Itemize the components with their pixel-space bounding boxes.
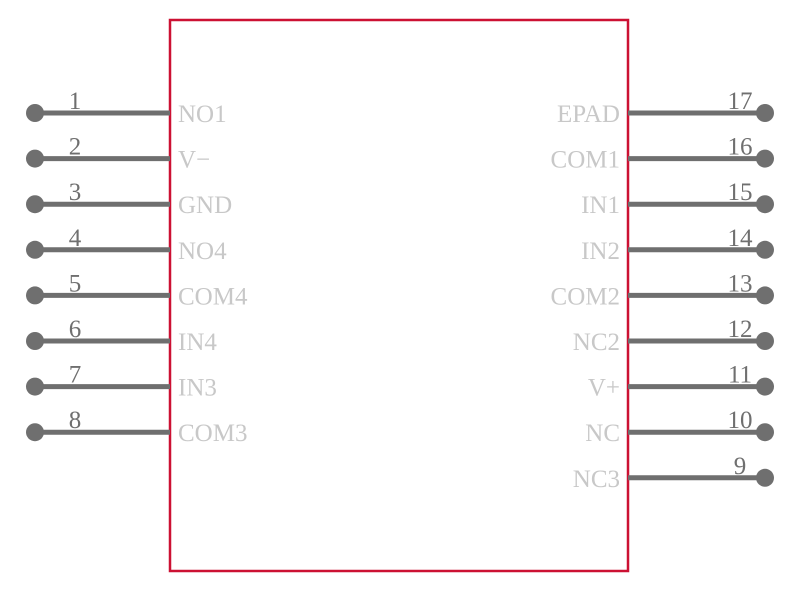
pin-name-label-8: COM3 [178,420,247,447]
pin-name-label-3: GND [178,192,232,219]
pin-5[interactable]: COM4 5 [26,270,248,310]
pin-terminal-dot-7[interactable] [26,377,44,396]
pin-16[interactable]: COM1 16 [551,134,774,174]
pin-name-label-7: IN3 [178,375,217,402]
pin-name-label-10: NC [585,420,620,447]
pin-number-label-3: 3 [69,179,82,206]
pin-number-label-11: 11 [728,362,752,389]
pin-name-label-13: COM2 [551,283,620,310]
pin-name-label-4: NO4 [178,238,227,265]
pin-9[interactable]: NC3 9 [573,453,774,493]
schematic-symbol-canvas: NO1 1 V− 2 GND 3 NO4 4 COM4 5 IN4 6 IN3 7 COM3 8 EPAD 17… [0,0,800,594]
pin-1[interactable]: NO1 1 [26,88,227,128]
pin-name-label-5: COM4 [178,283,248,310]
pin-8[interactable]: COM3 8 [26,407,247,447]
pin-name-label-14: IN2 [581,238,620,265]
pin-terminal-dot-17[interactable] [756,104,774,122]
pin-terminal-dot-5[interactable] [26,286,44,305]
pin-17[interactable]: EPAD 17 [557,88,774,128]
pin-terminal-dot-16[interactable] [756,149,774,168]
pin-terminal-dot-13[interactable] [756,286,774,305]
pin-terminal-dot-1[interactable] [26,104,44,122]
pin-number-label-10: 10 [728,407,753,434]
pin-15[interactable]: IN1 15 [581,179,774,219]
pin-name-label-6: IN4 [178,329,217,356]
pin-terminal-dot-8[interactable] [26,423,44,442]
pin-number-label-5: 5 [69,270,82,297]
pin-name-label-1: NO1 [178,101,227,128]
pin-6[interactable]: IN4 6 [26,316,217,356]
pin-number-label-7: 7 [69,362,82,389]
pin-7[interactable]: IN3 7 [26,362,217,402]
pin-terminal-dot-2[interactable] [26,149,44,168]
pin-name-label-9: NC3 [573,466,620,493]
pin-number-label-15: 15 [728,179,753,206]
pin-number-label-13: 13 [728,270,753,297]
pin-number-label-14: 14 [728,225,754,252]
pin-name-label-2: V− [178,147,210,174]
pin-terminal-dot-9[interactable] [756,468,774,487]
pin-terminal-dot-6[interactable] [26,332,44,350]
pin-name-label-17: EPAD [557,101,620,128]
left-pin-group: NO1 1 V− 2 GND 3 NO4 4 COM4 5 IN4 6 IN3 7 COM3 8 [26,88,248,447]
pin-14[interactable]: IN2 14 [581,225,774,265]
pin-4[interactable]: NO4 4 [26,225,227,265]
pin-12[interactable]: NC2 12 [573,316,774,356]
pin-10[interactable]: NC 10 [585,407,774,447]
pin-number-label-16: 16 [728,134,753,161]
pin-number-label-2: 2 [69,134,82,161]
pin-13[interactable]: COM2 13 [551,270,774,310]
pin-number-label-1: 1 [69,88,82,115]
pin-name-label-15: IN1 [581,192,620,219]
pin-terminal-dot-15[interactable] [756,195,774,214]
pin-number-label-12: 12 [728,316,753,343]
pin-name-label-12: NC2 [573,329,620,356]
pin-11[interactable]: V+ 11 [588,362,774,402]
pin-terminal-dot-14[interactable] [756,240,774,259]
right-pin-group: EPAD 17 COM1 16 IN1 15 IN2 14 COM2 13 NC2 12 V+ 11 NC 1… [551,88,774,493]
pin-terminal-dot-12[interactable] [756,332,774,350]
pin-2[interactable]: V− 2 [26,134,210,174]
pin-terminal-dot-11[interactable] [756,377,774,396]
pin-number-label-9: 9 [734,453,747,480]
pin-terminal-dot-10[interactable] [756,423,774,442]
pin-number-label-6: 6 [69,316,82,343]
pin-number-label-4: 4 [69,225,82,252]
pin-name-label-11: V+ [588,375,620,402]
pin-3[interactable]: GND 3 [26,179,232,219]
pin-terminal-dot-3[interactable] [26,195,44,214]
pin-terminal-dot-4[interactable] [26,240,44,259]
pin-name-label-16: COM1 [551,147,620,174]
pin-number-label-8: 8 [69,407,82,434]
schematic-symbol-drawing: NO1 1 V− 2 GND 3 NO4 4 COM4 5 IN4 6 IN3 7 COM3 8 EPAD 17… [26,18,774,573]
pin-number-label-17: 17 [728,88,753,115]
